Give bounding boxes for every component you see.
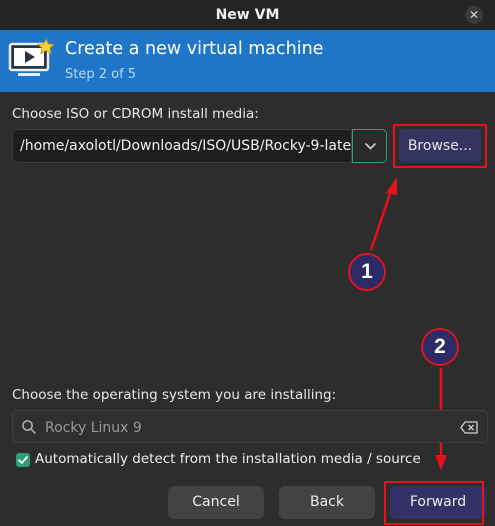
back-button[interactable]: Back xyxy=(279,486,375,519)
forward-highlight-box xyxy=(384,481,484,525)
clear-icon[interactable] xyxy=(460,421,478,434)
annotation-badge-2: 2 xyxy=(421,328,459,366)
annotation-badge-1: 1 xyxy=(348,253,386,291)
wizard-header: Create a new virtual machine Step 2 of 5 xyxy=(0,30,495,92)
media-dropdown-button[interactable] xyxy=(352,129,387,163)
search-icon xyxy=(22,420,36,434)
chevron-down-icon xyxy=(365,143,376,150)
annotation-arrow-1 xyxy=(369,187,394,251)
title-bar: New VM ✕ xyxy=(0,0,495,30)
check-icon xyxy=(18,456,28,464)
vm-monitor-icon xyxy=(8,38,55,76)
os-search-box[interactable] xyxy=(12,410,488,443)
close-button[interactable]: ✕ xyxy=(465,6,483,24)
header-title: Create a new virtual machine xyxy=(65,39,324,59)
auto-detect-checkbox[interactable] xyxy=(16,453,30,467)
annotation-arrowhead-2 xyxy=(435,455,447,470)
header-step: Step 2 of 5 xyxy=(65,67,137,82)
media-label: Choose ISO or CDROM install media: xyxy=(12,106,259,122)
close-icon: ✕ xyxy=(468,8,480,22)
browse-highlight-box xyxy=(393,124,487,168)
auto-detect-label: Automatically detect from the installati… xyxy=(35,451,421,467)
install-media-combo[interactable]: /home/axolotl/Downloads/ISO/USB/Rocky-9-… xyxy=(12,129,352,163)
window-title: New VM xyxy=(215,7,280,23)
os-search-input[interactable] xyxy=(43,413,447,442)
annotation-arrowhead-1 xyxy=(386,177,397,195)
os-label: Choose the operating system you are inst… xyxy=(12,387,337,403)
cancel-button[interactable]: Cancel xyxy=(168,486,264,519)
